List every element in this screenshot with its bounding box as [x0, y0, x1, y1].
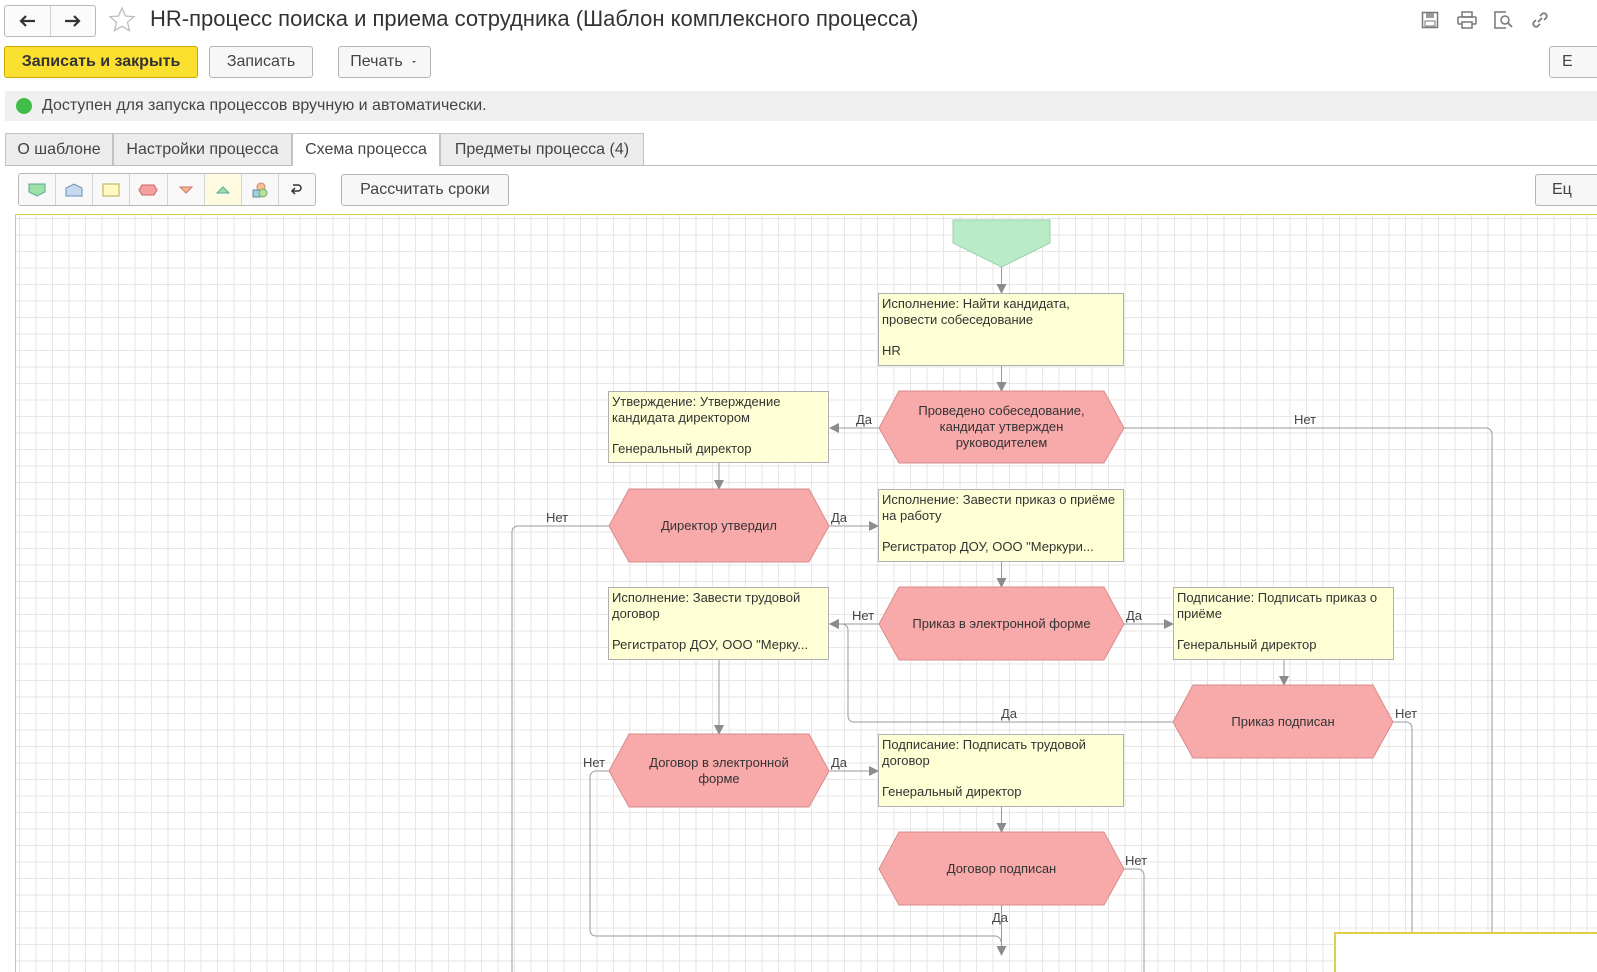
page-title: HR-процесс поиска и приема сотрудника (Ш… — [150, 6, 919, 31]
task-performer: Генеральный директор — [1177, 637, 1317, 652]
task-title: Подписание: Подписать трудовой договор — [882, 737, 1086, 768]
action-icon — [102, 183, 120, 196]
save-icon-button[interactable] — [1419, 10, 1441, 30]
process-diagram-canvas[interactable]: Исполнение: Найти кандидата, провести со… — [15, 214, 1597, 972]
end-point-icon — [65, 182, 83, 196]
edge-label-no: Нет — [583, 755, 606, 770]
task-create-order[interactable]: Исполнение: Завести приказ о приёме на р… — [878, 489, 1124, 562]
task-title: Подписание: Подписать приказ о приёме — [1177, 590, 1378, 621]
palette-action-button[interactable] — [92, 174, 129, 205]
condition-director-approved[interactable]: Директор утвердил — [629, 489, 809, 562]
palette-end-point-button[interactable] — [55, 174, 92, 205]
task-title: Исполнение: Найти кандидата, провести со… — [882, 296, 1070, 327]
edge-label-no: Нет — [852, 608, 875, 623]
task-title: Утверждение: Утверждение кандидата дирек… — [612, 394, 781, 425]
preview-icon — [1494, 11, 1513, 29]
palette-nested-process-button[interactable] — [240, 174, 278, 205]
status-indicator-icon — [16, 98, 32, 114]
print-button[interactable]: Печать — [338, 46, 431, 78]
task-performer: Регистратор ДОУ, ООО "Меркури... — [882, 539, 1094, 554]
status-text: Доступен для запуска процессов вручную и… — [42, 97, 487, 114]
tab-process-scheme[interactable]: Схема процесса — [292, 133, 440, 166]
edge-label-yes: Да — [831, 510, 848, 525]
task-create-contract[interactable]: Исполнение: Завести трудовой договор Рег… — [608, 587, 829, 660]
task-approve-candidate[interactable]: Утверждение: Утверждение кандидата дирек… — [608, 391, 829, 463]
connector-icon — [290, 183, 302, 195]
condition-contract-signed[interactable]: Договор подписан — [899, 832, 1104, 905]
print-icon — [1457, 11, 1477, 29]
tab-process-subjects[interactable]: Предметы процесса (4) — [440, 133, 644, 165]
forward-arrow-icon — [64, 15, 81, 27]
edge-label-no: Нет — [1395, 706, 1418, 721]
print-icon-button[interactable] — [1456, 10, 1478, 30]
palette-condition-button[interactable] — [129, 174, 166, 205]
edge-label-no: Нет — [546, 510, 569, 525]
start-point-icon — [28, 183, 46, 197]
favorite-button[interactable] — [108, 6, 136, 39]
forward-button[interactable] — [49, 6, 96, 36]
back-button[interactable] — [5, 6, 50, 36]
status-bar: Доступен для запуска процессов вручную и… — [5, 91, 1597, 121]
tab-process-settings[interactable]: Настройки процесса — [113, 133, 292, 165]
scheme-palette — [18, 173, 316, 206]
edge-label-yes: Да — [992, 910, 1009, 925]
edge-label-yes: Да — [1126, 608, 1143, 623]
task-performer: Регистратор ДОУ, ООО "Мерку... — [612, 637, 809, 652]
palette-connector-button[interactable] — [277, 174, 315, 205]
start-point-shape — [952, 219, 1051, 268]
condition-contract-electronic[interactable]: Договор в электронной форме — [629, 734, 809, 807]
task-performer: HR — [882, 343, 901, 358]
save-icon — [1421, 11, 1439, 29]
task-performer: Генеральный директор — [882, 784, 1022, 799]
condition-order-signed[interactable]: Приказ подписан — [1193, 685, 1373, 758]
task-title: Исполнение: Завести приказ о приёме на р… — [882, 492, 1116, 523]
task-sign-contract[interactable]: Подписание: Подписать трудовой договор Г… — [878, 734, 1124, 807]
save-and-close-button[interactable]: Записать и закрыть — [4, 46, 198, 78]
task-performer: Генеральный директор — [612, 441, 752, 456]
scheme-more-button[interactable]: Ец — [1535, 174, 1597, 206]
save-button[interactable]: Записать — [209, 46, 313, 78]
merge-icon — [215, 185, 230, 193]
edge-label-yes: Да — [856, 412, 873, 427]
star-icon — [108, 6, 136, 33]
edge-label-no: Нет — [1294, 412, 1317, 427]
palette-start-point-button[interactable] — [19, 174, 55, 205]
task-find-candidate[interactable]: Исполнение: Найти кандидата, провести со… — [878, 293, 1124, 366]
tab-about-template[interactable]: О шаблоне — [5, 133, 113, 165]
preview-icon-button[interactable] — [1492, 10, 1514, 30]
nested-process-icon — [252, 182, 268, 197]
offscreen-element-shape — [1334, 932, 1597, 972]
edge-label-no: Нет — [1125, 853, 1148, 868]
edge-label-yes: Да — [831, 755, 848, 770]
palette-merge-button[interactable] — [203, 174, 241, 205]
calculate-deadlines-button[interactable]: Рассчитать сроки — [341, 174, 509, 206]
condition-icon — [138, 184, 159, 195]
palette-split-button[interactable] — [166, 174, 204, 205]
split-icon — [178, 186, 193, 194]
link-icon — [1532, 12, 1548, 28]
task-title: Исполнение: Завести трудовой договор — [612, 590, 801, 621]
more-button[interactable]: E — [1549, 46, 1597, 78]
back-arrow-icon — [19, 15, 36, 27]
edge-label-yes: Да — [1001, 706, 1018, 721]
tabs-divider — [5, 165, 1597, 166]
task-sign-order[interactable]: Подписание: Подписать приказ о приёме Ге… — [1173, 587, 1394, 660]
chevron-down-icon — [411, 61, 416, 63]
navigation-buttons — [4, 5, 96, 37]
link-icon-button[interactable] — [1529, 10, 1551, 30]
print-button-label: Печать — [350, 53, 403, 70]
condition-interview-done[interactable]: Проведено собеседование, кандидат утверж… — [899, 391, 1104, 463]
condition-order-electronic[interactable]: Приказ в электронной форме — [899, 587, 1104, 660]
